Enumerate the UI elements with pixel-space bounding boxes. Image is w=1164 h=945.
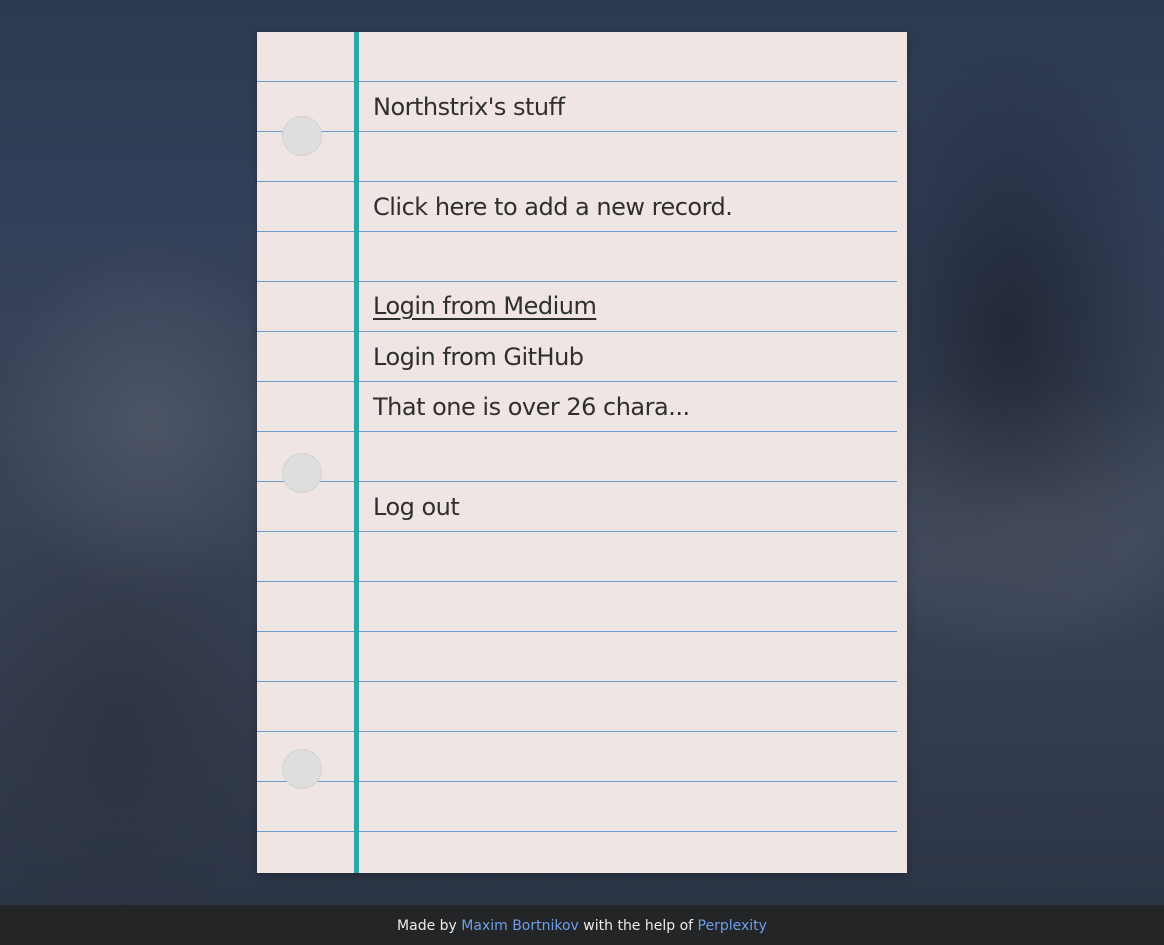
add-record-link[interactable]: Click here to add a new record. [373,182,733,232]
rule-line [257,581,897,582]
rule-line [257,131,897,132]
rule-line [257,681,897,682]
logout-link[interactable]: Log out [373,482,460,532]
rule-line [257,831,897,832]
punch-hole [282,116,322,156]
rule-line [257,731,897,732]
footer-with-help: with the help of [583,918,694,934]
record-item-github[interactable]: Login from GitHub [373,332,584,382]
punch-hole [282,453,322,493]
author-link[interactable]: Maxim Bortnikov [461,918,579,934]
rule-line [257,531,897,532]
footer: Made by Maxim Bortnikov with the help of… [0,905,1164,945]
footer-made-by: Made by [397,918,457,934]
notebook-page: Northstrix's stuff Click here to add a n… [257,32,907,873]
record-item-medium[interactable]: Login from Medium [373,281,597,331]
margin-line [354,32,359,873]
rule-line [257,81,897,82]
punch-hole [282,749,322,789]
rule-line [257,631,897,632]
rule-line [257,781,897,782]
rule-line [257,481,897,482]
perplexity-link[interactable]: Perplexity [698,918,767,934]
page-title: Northstrix's stuff [373,93,565,121]
record-item-long-title[interactable]: That one is over 26 chara... [373,382,690,432]
